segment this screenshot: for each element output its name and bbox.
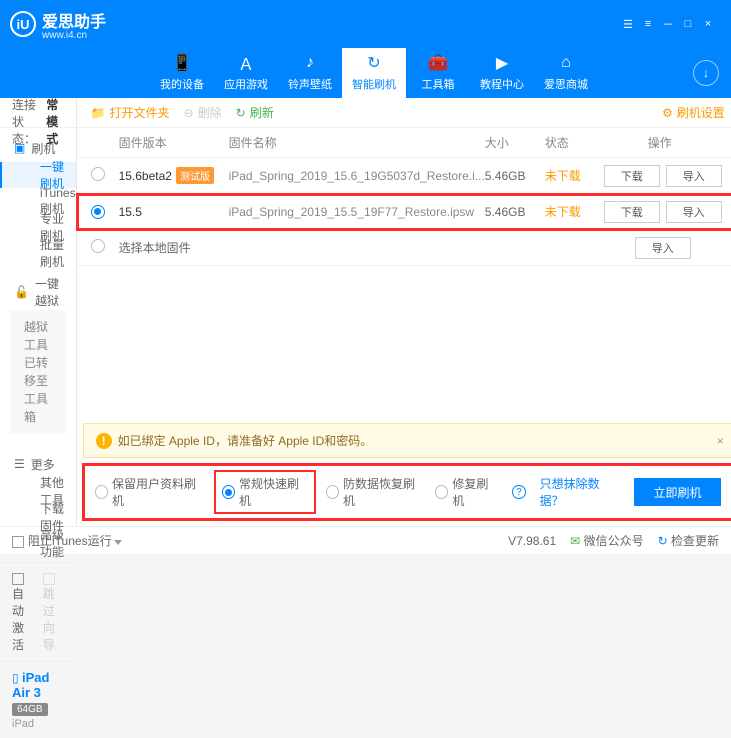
erase-only-link[interactable]: 只想抹除数据？ bbox=[540, 475, 621, 509]
download-button[interactable]: 下载 bbox=[604, 201, 660, 223]
import-button[interactable]: 导入 bbox=[666, 165, 722, 187]
warning-icon: ! bbox=[96, 433, 112, 449]
download-indicator-icon[interactable]: ↓ bbox=[693, 60, 719, 86]
check-update-link[interactable]: ↻ 检查更新 bbox=[658, 532, 719, 549]
mode-option[interactable]: 防数据恢复刷机 bbox=[326, 475, 423, 509]
sidebar: 设备连接状态：正常模式 ▣刷机 一键刷机iTunes刷机专业刷机批量刷机 🔓一键… bbox=[0, 98, 77, 526]
nav-icon: ♪ bbox=[301, 54, 319, 72]
gear-icon: ⚙ bbox=[662, 106, 673, 120]
nav-icon: 🧰 bbox=[429, 54, 447, 72]
window-controls: ☰ ≡ － □ × bbox=[619, 17, 717, 31]
version-label: V7.98.61 bbox=[508, 534, 556, 548]
info-icon[interactable]: ? bbox=[512, 485, 526, 499]
maximize-button[interactable]: □ bbox=[679, 17, 697, 31]
nav-icon: ⌂ bbox=[557, 54, 575, 72]
close-warning-button[interactable]: × bbox=[717, 434, 724, 448]
radio-local[interactable] bbox=[91, 239, 105, 253]
nav-icon: ▶ bbox=[493, 54, 511, 72]
toolbar: 📁打开文件夹 ⊖删除 ↻刷新 ⚙刷机设置 bbox=[77, 98, 731, 128]
download-button[interactable]: 下载 bbox=[604, 165, 660, 187]
brand-url: www.i4.cn bbox=[42, 30, 106, 41]
nav-工具箱[interactable]: 🧰工具箱 bbox=[406, 48, 470, 98]
block-itunes-checkbox[interactable]: 阻止iTunes运行 bbox=[12, 532, 122, 549]
list-icon[interactable]: ≡ bbox=[639, 17, 657, 31]
delete-button: ⊖删除 bbox=[184, 104, 222, 121]
open-folder-button[interactable]: 📁打开文件夹 bbox=[91, 104, 170, 121]
sidebar-item[interactable]: 批量刷机 bbox=[0, 240, 76, 266]
nav-智能刷机[interactable]: ↻智能刷机 bbox=[342, 48, 406, 98]
main-panel: 📁打开文件夹 ⊖删除 ↻刷新 ⚙刷机设置 固件版本 固件名称 大小 状态 操作 … bbox=[77, 98, 731, 526]
device-info[interactable]: ▯ iPad Air 3 64GB iPad bbox=[0, 661, 76, 738]
appleid-warning: ! 如已绑定 Apple ID，请准备好 Apple ID和密码。 × bbox=[83, 423, 731, 458]
sidebar-item[interactable]: 一键刷机 bbox=[0, 162, 76, 188]
sidebar-item[interactable]: 下载固件 bbox=[0, 504, 76, 530]
import-button[interactable]: 导入 bbox=[666, 201, 722, 223]
nav-我的设备[interactable]: 📱我的设备 bbox=[150, 48, 214, 98]
local-firmware-row[interactable]: 选择本地固件 导入 bbox=[77, 230, 731, 266]
titlebar: iU 爱思助手 www.i4.cn ☰ ≡ － □ × bbox=[0, 0, 731, 48]
radio-mode[interactable] bbox=[222, 485, 235, 499]
nav-铃声壁纸[interactable]: ♪铃声壁纸 bbox=[278, 48, 342, 98]
firmware-row[interactable]: 15.6beta2测试版iPad_Spring_2019_15.6_19G503… bbox=[77, 158, 731, 194]
firmware-row[interactable]: 15.5iPad_Spring_2019_15.5_19F77_Restore.… bbox=[77, 194, 731, 230]
import-local-button[interactable]: 导入 bbox=[635, 237, 691, 259]
nav-icon: 📱 bbox=[173, 54, 191, 72]
radio-mode[interactable] bbox=[326, 485, 339, 499]
close-button[interactable]: × bbox=[699, 17, 717, 31]
minimize-button[interactable]: － bbox=[659, 17, 677, 31]
mode-option[interactable]: 常规快速刷机 bbox=[216, 472, 314, 512]
menu-icon[interactable]: ☰ bbox=[619, 17, 637, 31]
flash-mode-bar: 保留用户资料刷机常规快速刷机防数据恢复刷机修复刷机 ? 只想抹除数据？ 立即刷机 bbox=[83, 464, 731, 520]
flash-now-button[interactable]: 立即刷机 bbox=[634, 478, 720, 506]
radio-firmware[interactable] bbox=[91, 167, 105, 181]
skip-guide-checkbox[interactable]: 跳过向导 bbox=[43, 571, 64, 653]
refresh-button[interactable]: ↻刷新 bbox=[236, 104, 274, 121]
nav-爱思商城[interactable]: ⌂爱思商城 bbox=[534, 48, 598, 98]
app-logo: iU bbox=[10, 11, 36, 37]
nav-icon: ↻ bbox=[365, 54, 383, 72]
folder-icon: 📁 bbox=[91, 106, 106, 120]
flash-settings-button[interactable]: ⚙刷机设置 bbox=[662, 104, 725, 121]
radio-mode[interactable] bbox=[435, 485, 448, 499]
nav-教程中心[interactable]: ▶教程中心 bbox=[470, 48, 534, 98]
chevron-down-icon[interactable] bbox=[114, 540, 122, 545]
connection-status: 设备连接状态：正常模式 bbox=[0, 98, 76, 128]
wechat-link[interactable]: ✉ 微信公众号 bbox=[570, 532, 643, 549]
nav-icon: Ａ bbox=[237, 54, 255, 72]
sidebar-options: 自动激活 跳过向导 bbox=[0, 562, 76, 661]
refresh-icon: ↻ bbox=[236, 106, 246, 120]
nav-应用游戏[interactable]: Ａ应用游戏 bbox=[214, 48, 278, 98]
navbar: 📱我的设备Ａ应用游戏♪铃声壁纸↻智能刷机🧰工具箱▶教程中心⌂爱思商城 ↓ bbox=[0, 48, 731, 98]
radio-firmware[interactable] bbox=[91, 205, 105, 219]
auto-activate-checkbox[interactable]: 自动激活 bbox=[12, 571, 33, 653]
mode-option[interactable]: 修复刷机 bbox=[435, 475, 498, 509]
table-header: 固件版本 固件名称 大小 状态 操作 bbox=[77, 128, 731, 158]
jailbreak-note: 越狱工具已转移至工具箱 bbox=[10, 310, 66, 434]
radio-mode[interactable] bbox=[95, 485, 108, 499]
footer: 阻止iTunes运行 V7.98.61 ✉ 微信公众号 ↻ 检查更新 bbox=[0, 526, 731, 554]
sidebar-head-jailbreak[interactable]: 🔓一键越狱 bbox=[0, 278, 76, 306]
mode-option[interactable]: 保留用户资料刷机 bbox=[95, 475, 204, 509]
delete-icon: ⊖ bbox=[184, 106, 194, 120]
brand-name: 爱思助手 bbox=[42, 8, 106, 32]
